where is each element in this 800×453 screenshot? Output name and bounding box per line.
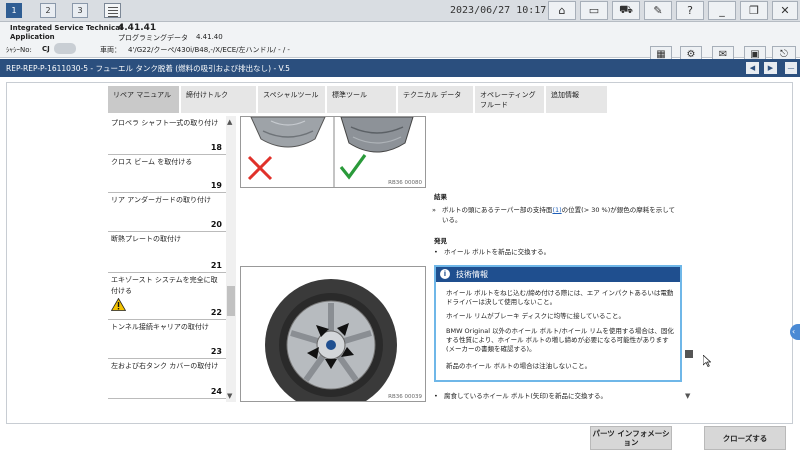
vehicle-value: 4'/G22/クーペ/430i/B48,-/X/ECE/左ハンドル/ - / -	[128, 46, 290, 54]
bottom-bullet: 腐食しているホイール ボルト(矢印)を新品に交換する。	[444, 392, 607, 400]
document-scrollbar[interactable]: ▼	[684, 116, 694, 402]
list-item[interactable]: リア アンダーガードの取り付け 20	[108, 193, 226, 232]
scroll-down-icon[interactable]: ▼	[227, 392, 232, 400]
tab-repair-manual[interactable]: リペア マニュアル	[108, 86, 180, 113]
mouse-pointer-icon	[703, 355, 711, 367]
list-item[interactable]: クロス ビーム を取付ける 19	[108, 155, 226, 193]
top-toolbar: 1 2 3 2023/06/27 10:17:10 ⌂ ▭ ⛟ ✎ ? _ ❐ …	[0, 0, 800, 22]
note-paragraph: BMW Original 以外のホイール ボルト/ホイール リムを使用する場合は…	[446, 327, 674, 353]
wrench-icon[interactable]: ✎	[644, 1, 672, 20]
window-tab-1[interactable]: 1	[6, 3, 22, 18]
book-icon[interactable]: ▭	[580, 1, 608, 20]
restore-icon[interactable]: ❐	[740, 1, 768, 20]
wheel-illustration	[265, 279, 397, 401]
tab-additional-info[interactable]: 追加情報	[546, 86, 608, 113]
bolt-comparison-illustration	[247, 117, 414, 187]
vehicle-label: 車両：	[100, 46, 121, 54]
info-icon: i	[440, 269, 450, 279]
tab-operating-fluid[interactable]: オペレーティング フルード	[475, 86, 545, 113]
image-caption: RB36 00039	[388, 394, 422, 400]
list-item[interactable]: 左および右タンク カバーの取付け 24	[108, 359, 226, 399]
scroll-thumb[interactable]	[227, 286, 235, 316]
app-name-line2: Application	[10, 33, 55, 41]
prev-doc-button[interactable]: ◀	[746, 62, 759, 74]
note-paragraph: 新品のホイール ボルトの場合は注油しないこと。	[446, 362, 592, 370]
content-tabs: リペア マニュアル 締付けトルク スペシャルツール 標準ツール テクニカル デー…	[108, 86, 696, 113]
tab-tightening-torque[interactable]: 締付けトルク	[181, 86, 257, 113]
help-icon[interactable]: ?	[676, 1, 704, 20]
document-title-bar: REP-REP-P-1611030-5 - フューエル タンク脱着 (燃料の吸引…	[0, 59, 800, 77]
technical-info-header: i 技術情報	[436, 267, 680, 282]
next-doc-button[interactable]: ▶	[764, 62, 777, 74]
programming-data-version: 4.41.40	[196, 33, 223, 41]
chassis-label: ｼｬｼｰNo:	[6, 46, 32, 54]
programming-data-label: プログラミングデータ	[118, 34, 188, 42]
app-version: 4.41.41	[118, 23, 157, 33]
session-info-band: Integrated Service Technical Application…	[0, 22, 800, 63]
minimize-icon[interactable]: _	[708, 1, 736, 20]
list-item[interactable]: プロペラ シャフト一式の取り付け 18	[108, 116, 226, 155]
scroll-thumb[interactable]	[685, 350, 693, 358]
home-icon[interactable]: ⌂	[548, 1, 576, 20]
step-list: プロペラ シャフト一式の取り付け 18 クロス ビーム を取付ける 19 リア …	[108, 116, 228, 402]
result-text: ボルトの頭にあるテーパー部の支持面(1)の位置(> 30 %)が銀色の摩耗を示し…	[442, 206, 676, 224]
scroll-up-icon[interactable]: ▲	[227, 118, 232, 126]
finding-heading: 発見	[434, 237, 447, 245]
document-title: REP-REP-P-1611030-5 - フューエル タンク脱着 (燃料の吸引…	[6, 64, 290, 73]
technical-info-title: 技術情報	[456, 270, 488, 279]
list-view-icon[interactable]	[104, 3, 121, 18]
side-panel-toggle-icon[interactable]: ‹	[790, 324, 800, 340]
collapse-icon[interactable]: —	[785, 62, 797, 74]
scroll-down-icon[interactable]: ▼	[685, 392, 690, 400]
wheel-image: RB36 00039	[240, 266, 426, 402]
warning-icon	[111, 298, 126, 311]
chassis-value: CJ	[42, 45, 50, 53]
bolt-comparison-image: RB36 00080	[240, 116, 426, 188]
car-icon[interactable]: ⛟	[612, 1, 640, 20]
tab-technical-data[interactable]: テクニカル データ	[398, 86, 474, 113]
bottom-bullet-marker: •	[434, 392, 438, 400]
image-caption: RB36 00080	[388, 180, 422, 186]
tab-standard-tools[interactable]: 標準ツール	[327, 86, 397, 113]
chassis-redaction	[54, 43, 76, 54]
list-item[interactable]: 断熱プレートの取付け 21	[108, 232, 226, 273]
window-tab-2[interactable]: 2	[40, 3, 56, 18]
technical-info-box: i 技術情報 ホイール ボルトをねじ込む/締め付ける際には、エア インパクトあるい…	[434, 265, 682, 382]
tab-special-tools[interactable]: スペシャルツール	[258, 86, 326, 113]
app-name-line1: Integrated Service Technical	[10, 24, 123, 32]
close-button[interactable]: クローズする	[704, 426, 786, 450]
step-list-scrollbar[interactable]: ▲ ▼	[226, 116, 236, 402]
window-tab-3[interactable]: 3	[72, 3, 88, 18]
close-icon[interactable]: ✕	[772, 1, 798, 20]
finding-bullet: ホイール ボルトを新品に交換する。	[444, 248, 551, 256]
parts-info-button[interactable]: パーツ インフォメーション	[590, 426, 672, 450]
finding-bullet-marker: •	[434, 248, 438, 256]
list-item[interactable]: トンネル接続キャリアの取付け 23	[108, 320, 226, 359]
list-item[interactable]: エキゾースト システムを完全に取付ける 22	[108, 273, 226, 320]
result-heading: 結果	[434, 193, 447, 201]
figure-link[interactable]: (1)	[552, 206, 561, 214]
note-paragraph: ホイール ボルトをねじ込む/締め付ける際には、エア インパクトあるいは電動ドライ…	[446, 289, 674, 306]
note-paragraph: ホイール リムがブレーキ ディスクに均等に接していること。	[446, 312, 625, 320]
